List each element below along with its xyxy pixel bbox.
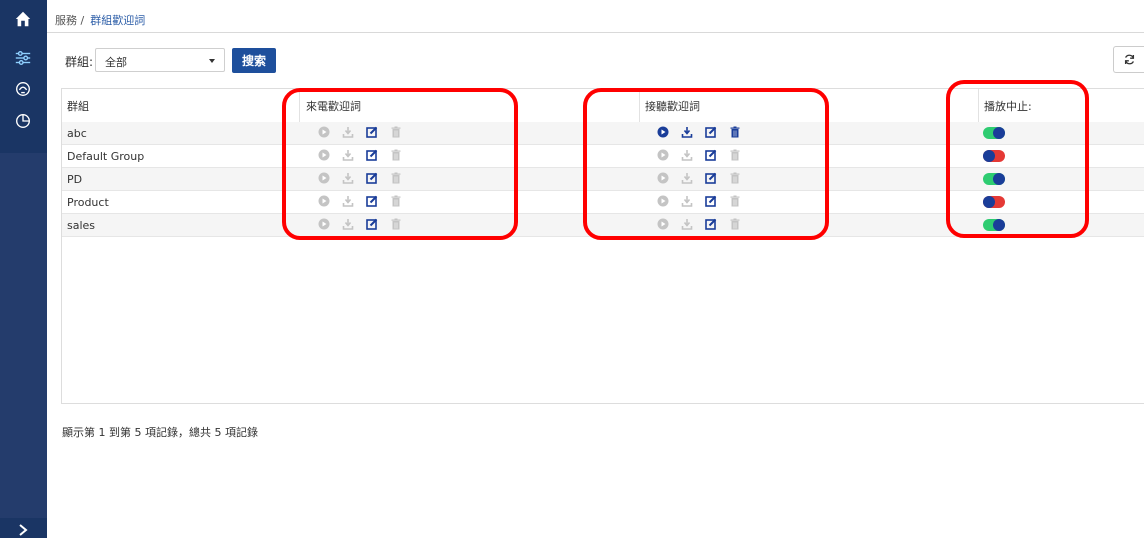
group-name: sales — [67, 219, 96, 232]
headset-icon[interactable] — [12, 78, 34, 100]
group-select[interactable]: 全部 — [95, 48, 225, 72]
breadcrumb-parent[interactable]: 服務 / — [55, 12, 84, 28]
group-name: abc — [67, 127, 87, 140]
group-select-value: 全部 — [105, 56, 127, 69]
refresh-button[interactable] — [1113, 46, 1144, 73]
refresh-icon — [1124, 54, 1134, 65]
group-name: Product — [67, 196, 109, 209]
home-icon[interactable] — [12, 8, 34, 30]
breadcrumb-divider — [47, 32, 1144, 33]
breadcrumb: 服務 / 群組歡迎詞 — [55, 10, 145, 30]
header-group[interactable]: 群組 — [67, 98, 89, 114]
chevron-right-icon — [19, 524, 28, 536]
table-info: 顯示第 1 到第 5 項記錄，總共 5 項記錄 — [62, 426, 258, 439]
sidebar-expand-button[interactable] — [0, 518, 47, 538]
group-filter-label: 群組: — [65, 55, 94, 69]
caret-down-icon — [209, 59, 215, 63]
group-name: PD — [67, 173, 83, 186]
search-button[interactable]: 搜索 — [232, 48, 276, 73]
breadcrumb-current: 群組歡迎詞 — [90, 14, 146, 27]
annotation-incoming — [282, 88, 518, 240]
sidebar — [0, 0, 47, 538]
annotation-answer — [583, 88, 829, 240]
group-name: Default Group — [67, 150, 145, 163]
pie-chart-icon[interactable] — [12, 110, 34, 132]
annotation-stop — [946, 80, 1089, 238]
sliders-icon[interactable] — [12, 47, 34, 69]
